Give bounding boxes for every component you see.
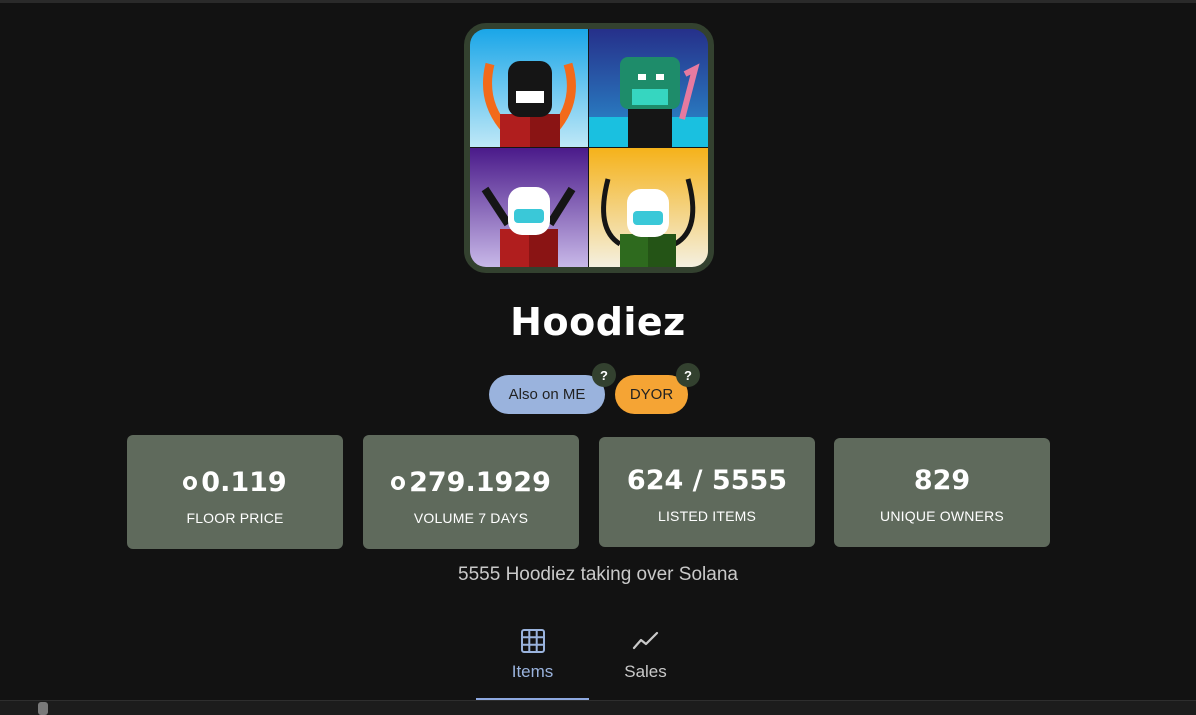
also-on-me-label: Also on ME <box>508 386 586 403</box>
tab-sales-label: Sales <box>624 662 667 681</box>
volume-card: 279.1929 VOLUME 7 DAYS <box>363 435 579 549</box>
help-icon[interactable]: ? <box>676 363 700 387</box>
tab-sales[interactable]: Sales <box>589 620 702 700</box>
floor-price-label: FLOOR PRICE <box>186 510 284 526</box>
floor-price-card: 0.119 FLOOR PRICE <box>127 435 343 549</box>
solana-icon <box>391 475 406 490</box>
listed-items-label: LISTED ITEMS <box>657 508 757 524</box>
unique-owners-label: UNIQUE OWNERS <box>880 508 1004 524</box>
top-border <box>0 0 1196 3</box>
unique-owners-value: 829 <box>913 465 971 496</box>
volume-label: VOLUME 7 DAYS <box>413 510 529 526</box>
listed-items-value: 624 / 5555 <box>626 465 788 496</box>
volume-value: 279.1929 <box>409 467 551 498</box>
scrollbar-thumb[interactable] <box>38 702 48 715</box>
listed-items-card: 624 / 5555 LISTED ITEMS <box>599 437 815 547</box>
collection-title: Hoodiez <box>510 300 686 344</box>
trend-line-icon <box>632 628 660 654</box>
floor-price-value: 0.119 <box>201 467 287 498</box>
solana-icon <box>183 475 198 490</box>
unique-owners-card: 829 UNIQUE OWNERS <box>834 438 1050 547</box>
grid-icon <box>520 628 546 654</box>
also-on-me-badge[interactable]: Also on ME <box>489 375 605 414</box>
tab-items-label: Items <box>511 662 554 681</box>
collection-description: 5555 Hoodiez taking over Solana <box>458 564 738 585</box>
tab-items[interactable]: Items <box>476 620 589 700</box>
horizontal-scrollbar[interactable] <box>0 700 1196 715</box>
dyor-label: DYOR <box>629 386 674 403</box>
collection-avatar <box>464 23 714 273</box>
help-icon[interactable]: ? <box>592 363 616 387</box>
